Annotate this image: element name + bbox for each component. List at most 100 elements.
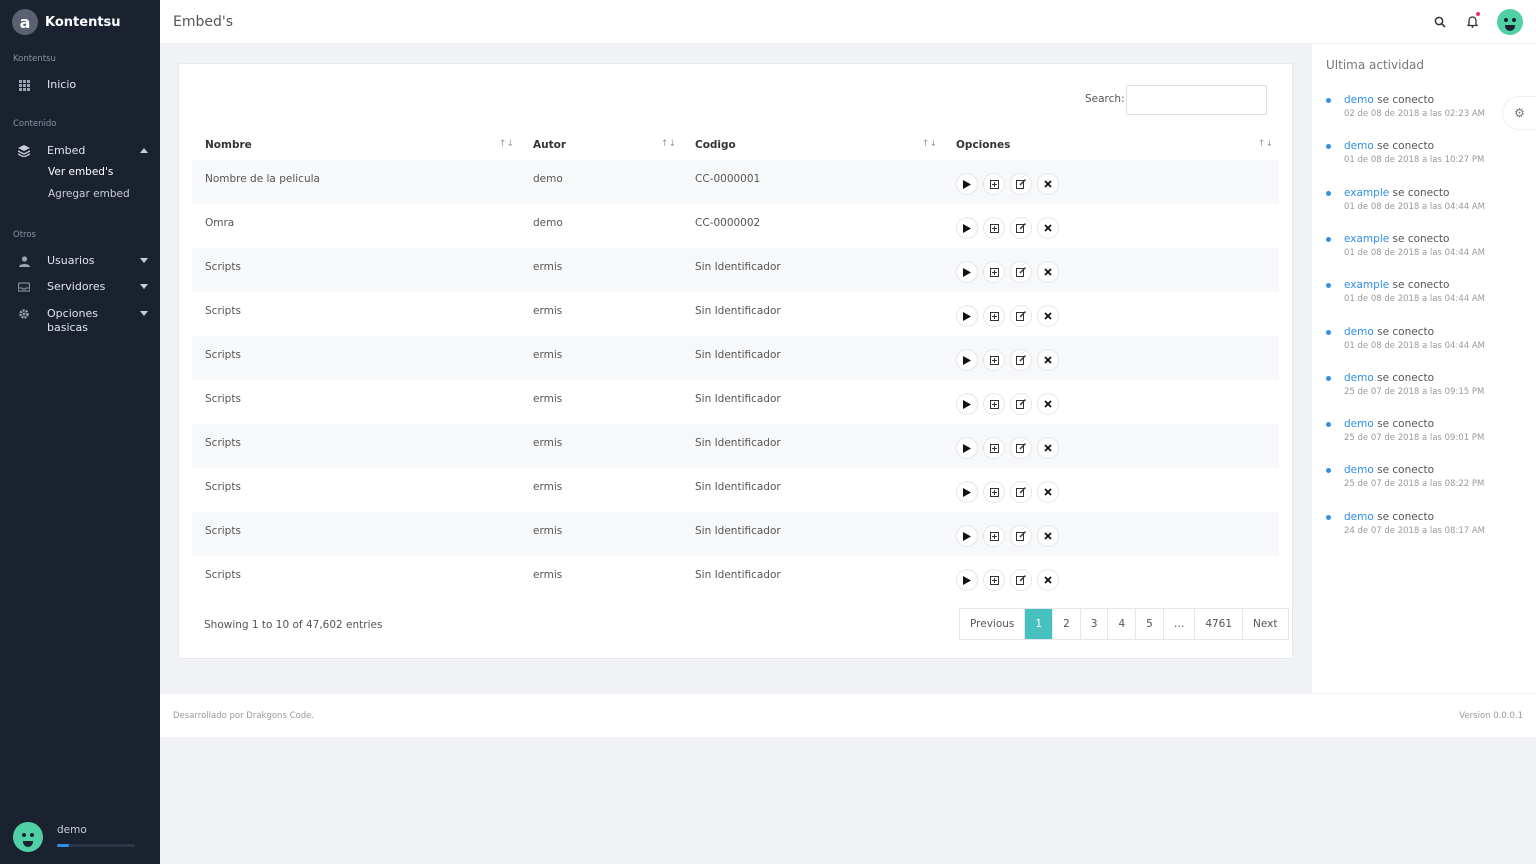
sort-icon[interactable]: ↑↓ xyxy=(1258,139,1273,149)
gear-icon xyxy=(17,307,31,321)
cell-codigo: Sin Identificador xyxy=(695,481,781,493)
sidebar-item-label: Usuarios xyxy=(47,254,95,267)
delete-button[interactable] xyxy=(1037,481,1059,503)
cell-nombre: Scripts xyxy=(205,437,241,449)
pagination-page[interactable]: 2 xyxy=(1053,609,1081,639)
settings-toggle-button[interactable]: ⚙ xyxy=(1502,96,1536,130)
delete-button[interactable] xyxy=(1037,349,1059,371)
details-button[interactable] xyxy=(983,173,1005,195)
play-button[interactable] xyxy=(956,349,978,371)
play-button[interactable] xyxy=(956,569,978,591)
details-button[interactable] xyxy=(983,393,1005,415)
sidebar-item-inicio[interactable]: Inicio xyxy=(0,78,160,92)
sidebar-item-embed[interactable]: Embed xyxy=(0,144,160,158)
delete-button[interactable] xyxy=(1037,305,1059,327)
play-button[interactable] xyxy=(956,173,978,195)
details-button[interactable] xyxy=(983,217,1005,239)
section-label-contenido: Contenido xyxy=(13,119,57,129)
edit-button[interactable] xyxy=(1010,349,1032,371)
cell-autor: ermis xyxy=(533,481,563,493)
delete-button[interactable] xyxy=(1037,217,1059,239)
edit-button[interactable] xyxy=(1010,481,1032,503)
play-button[interactable] xyxy=(956,217,978,239)
pagination-next[interactable]: Next xyxy=(1243,609,1287,639)
edit-button[interactable] xyxy=(1010,217,1032,239)
sidebar-item-opciones-basicas[interactable]: Opciones basicas xyxy=(0,307,160,335)
column-header-codigo[interactable]: Codigo ↑↓ xyxy=(682,130,943,160)
delete-button[interactable] xyxy=(1037,569,1059,591)
delete-button[interactable] xyxy=(1037,173,1059,195)
details-button[interactable] xyxy=(983,261,1005,283)
edit-button[interactable] xyxy=(1010,173,1032,195)
activity-user-link[interactable]: demo xyxy=(1344,511,1374,523)
details-button[interactable] xyxy=(983,305,1005,327)
sidebar-item-servidores[interactable]: Servidores xyxy=(0,280,160,294)
edit-button[interactable] xyxy=(1010,569,1032,591)
activity-user-link[interactable]: demo xyxy=(1344,464,1374,476)
brand[interactable]: a Kontentsu xyxy=(0,0,160,44)
sidebar-item-usuarios[interactable]: Usuarios xyxy=(0,254,160,268)
details-button[interactable] xyxy=(983,437,1005,459)
header-avatar[interactable] xyxy=(1497,9,1523,35)
play-button[interactable] xyxy=(956,481,978,503)
sidebar-item-label: Servidores xyxy=(47,280,106,293)
details-button[interactable] xyxy=(983,569,1005,591)
pagination-page[interactable]: 5 xyxy=(1136,609,1164,639)
search-input[interactable] xyxy=(1126,85,1267,115)
play-icon xyxy=(963,179,971,189)
search-label: Search: xyxy=(1085,93,1125,105)
play-button[interactable] xyxy=(956,525,978,547)
delete-button[interactable] xyxy=(1037,437,1059,459)
activity-user-link[interactable]: demo xyxy=(1344,418,1374,430)
bell-icon[interactable] xyxy=(1464,12,1480,30)
details-button[interactable] xyxy=(983,525,1005,547)
details-button[interactable] xyxy=(983,481,1005,503)
pagination-previous[interactable]: Previous xyxy=(960,609,1026,639)
edit-button[interactable] xyxy=(1010,305,1032,327)
chevron-up-icon xyxy=(140,148,148,153)
sidebar-user[interactable]: demo xyxy=(13,822,135,852)
sort-icon[interactable]: ↑↓ xyxy=(499,139,514,149)
activity-user-link[interactable]: demo xyxy=(1344,140,1374,152)
play-button[interactable] xyxy=(956,437,978,459)
sidebar-subitem-agregar-embed[interactable]: Agregar embed xyxy=(48,188,130,200)
delete-button[interactable] xyxy=(1037,393,1059,415)
close-icon xyxy=(1044,224,1052,232)
play-button[interactable] xyxy=(956,393,978,415)
column-header-autor[interactable]: Autor ↑↓ xyxy=(520,130,682,160)
play-icon xyxy=(963,531,971,541)
pagination-page[interactable]: 3 xyxy=(1081,609,1109,639)
activity-user-link[interactable]: example xyxy=(1344,233,1389,245)
edit-button[interactable] xyxy=(1010,437,1032,459)
pagination-page[interactable]: 4761 xyxy=(1195,609,1244,639)
sort-icon[interactable]: ↑↓ xyxy=(922,139,937,149)
column-header-opciones[interactable]: Opciones ↑↓ xyxy=(943,130,1279,160)
plus-square-icon xyxy=(989,223,999,233)
search-icon[interactable] xyxy=(1432,14,1448,30)
sidebar-subitem-ver-embeds[interactable]: Ver embed's xyxy=(48,166,113,178)
pagination-page[interactable]: 4 xyxy=(1108,609,1137,639)
edit-icon xyxy=(1016,267,1026,277)
activity-user-link[interactable]: demo xyxy=(1344,94,1374,106)
play-button[interactable] xyxy=(956,305,978,327)
edit-button[interactable] xyxy=(1010,393,1032,415)
close-icon xyxy=(1044,444,1052,452)
timeline-dot xyxy=(1326,329,1331,335)
activity-user-link[interactable]: example xyxy=(1344,279,1389,291)
edit-button[interactable] xyxy=(1010,261,1032,283)
activity-user-link[interactable]: demo xyxy=(1344,326,1374,338)
edit-button[interactable] xyxy=(1010,525,1032,547)
pagination-page[interactable]: 1 xyxy=(1025,609,1054,639)
delete-button[interactable] xyxy=(1037,261,1059,283)
cell-codigo: CC-0000002 xyxy=(695,217,761,229)
cell-opciones xyxy=(943,468,1279,512)
plus-square-icon xyxy=(989,267,999,277)
sort-icon[interactable]: ↑↓ xyxy=(661,139,676,149)
delete-button[interactable] xyxy=(1037,525,1059,547)
details-button[interactable] xyxy=(983,349,1005,371)
play-button[interactable] xyxy=(956,261,978,283)
activity-user-link[interactable]: example xyxy=(1344,187,1389,199)
column-header-nombre[interactable]: Nombre ↑↓ xyxy=(192,130,520,160)
activity-user-link[interactable]: demo xyxy=(1344,372,1374,384)
cell-autor: ermis xyxy=(533,393,563,405)
